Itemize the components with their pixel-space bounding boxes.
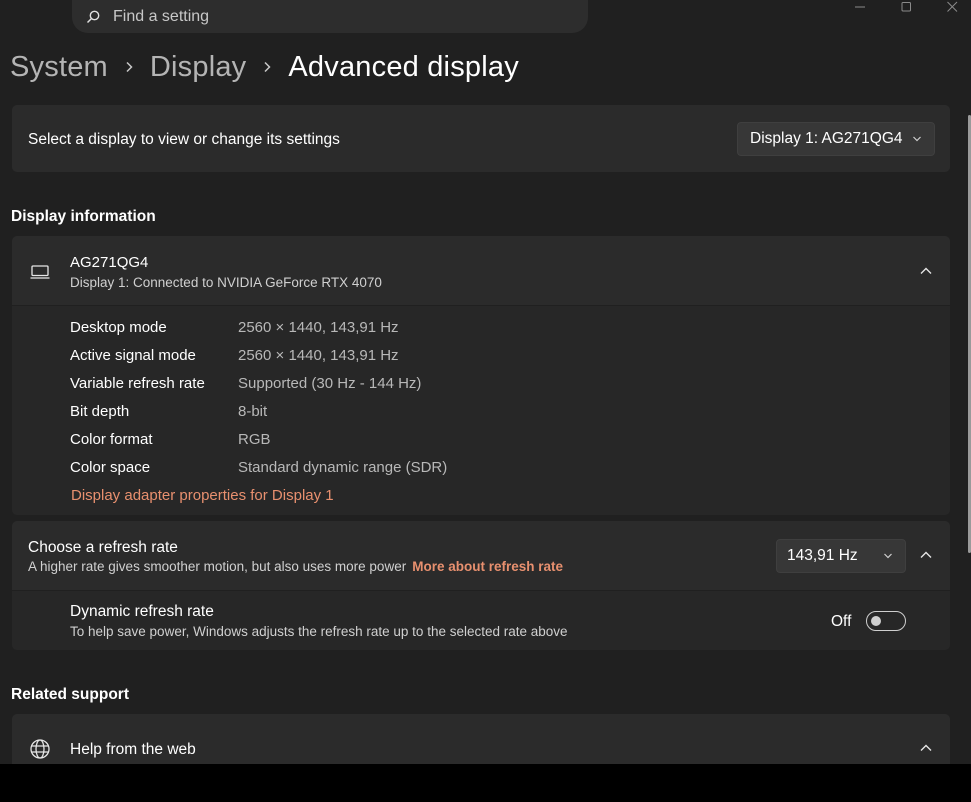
monitor-connection: Display 1: Connected to NVIDIA GeForce R…	[70, 275, 382, 290]
dynamic-refresh-description: To help save power, Windows adjusts the …	[70, 624, 568, 639]
info-value: 2560 × 1440, 143,91 Hz	[238, 319, 399, 336]
display-dropdown-value: Display 1: AG271QG4	[750, 130, 903, 147]
select-display-label: Select a display to view or change its s…	[28, 131, 340, 148]
close-icon	[947, 1, 958, 12]
chevron-down-icon	[884, 553, 892, 559]
page-title: Advanced display	[288, 50, 519, 83]
chevron-up-icon[interactable]	[919, 743, 933, 753]
info-key: Color space	[70, 459, 151, 476]
adapter-properties-link[interactable]: Display adapter properties for Display 1	[71, 487, 334, 504]
chevron-down-icon	[913, 136, 921, 142]
info-key: Variable refresh rate	[70, 375, 205, 392]
breadcrumb: System Display Advanced display	[10, 48, 519, 86]
info-row: Active signal mode 2560 × 1440, 143,91 H…	[70, 347, 399, 367]
info-key: Active signal mode	[70, 347, 196, 364]
search-box[interactable]: Find a setting	[72, 0, 588, 33]
refresh-rate-dropdown[interactable]: 143,91 Hz	[776, 539, 906, 573]
info-key: Desktop mode	[70, 319, 167, 336]
chevron-right-icon	[108, 61, 150, 73]
chevron-right-icon	[246, 61, 288, 73]
refresh-rate-card: Choose a refresh rate A higher rate give…	[12, 521, 950, 590]
info-row: Color format RGB	[70, 431, 271, 451]
toggle-knob	[871, 616, 881, 626]
display-dropdown[interactable]: Display 1: AG271QG4	[737, 122, 935, 156]
info-row: Bit depth 8-bit	[70, 403, 267, 423]
dynamic-refresh-toggle[interactable]	[866, 611, 906, 631]
refresh-rate-value: 143,91 Hz	[787, 547, 858, 564]
info-value: Supported (30 Hz - 144 Hz)	[238, 375, 422, 392]
info-value: 8-bit	[238, 403, 268, 420]
minimize-button[interactable]	[852, 0, 868, 14]
search-input[interactable]: Find a setting	[113, 8, 209, 26]
maximize-button[interactable]	[898, 0, 914, 14]
info-value: 2560 × 1440, 143,91 Hz	[238, 347, 399, 364]
chevron-up-icon[interactable]	[919, 266, 933, 276]
help-from-web-title: Help from the web	[70, 741, 196, 758]
breadcrumb-display[interactable]: Display	[150, 51, 247, 84]
display-info-details: Desktop mode 2560 × 1440, 143,91 Hz Acti…	[12, 306, 950, 515]
dynamic-refresh-title: Dynamic refresh rate	[70, 603, 214, 620]
monitor-name: AG271QG4	[70, 254, 149, 271]
chevron-up-icon[interactable]	[919, 550, 933, 560]
info-row: Desktop mode 2560 × 1440, 143,91 Hz	[70, 319, 399, 339]
close-button[interactable]	[944, 0, 960, 14]
info-value: Standard dynamic range (SDR)	[238, 459, 448, 476]
maximize-icon	[901, 2, 911, 12]
refresh-rate-title: Choose a refresh rate	[28, 539, 178, 556]
search-icon	[86, 10, 100, 23]
display-info-header[interactable]: AG271QG4 Display 1: Connected to NVIDIA …	[12, 236, 950, 305]
settings-window: Find a setting System Display Advanced d…	[0, 0, 971, 764]
select-display-card: Select a display to view or change its s…	[12, 105, 950, 172]
info-key: Color format	[70, 431, 153, 448]
info-row: Variable refresh rate Supported (30 Hz -…	[70, 375, 421, 395]
refresh-rate-description: A higher rate gives smoother motion, but…	[28, 559, 563, 574]
refresh-rate-description-text: A higher rate gives smoother motion, but…	[28, 559, 407, 574]
info-row: Color space Standard dynamic range (SDR)	[70, 459, 447, 479]
monitor-icon	[30, 265, 50, 279]
breadcrumb-system[interactable]: System	[10, 51, 108, 84]
toggle-state-label: Off	[831, 613, 852, 630]
dynamic-refresh-card: Dynamic refresh rate To help save power,…	[12, 591, 950, 650]
info-value: RGB	[238, 431, 271, 448]
globe-icon	[30, 739, 50, 759]
minimize-icon	[855, 6, 865, 8]
help-from-web-card[interactable]: Help from the web	[12, 714, 950, 764]
display-information-heading: Display information	[11, 208, 156, 225]
more-about-refresh-rate-link[interactable]: More about refresh rate	[412, 559, 563, 574]
info-key: Bit depth	[70, 403, 130, 420]
related-support-heading: Related support	[11, 686, 129, 703]
